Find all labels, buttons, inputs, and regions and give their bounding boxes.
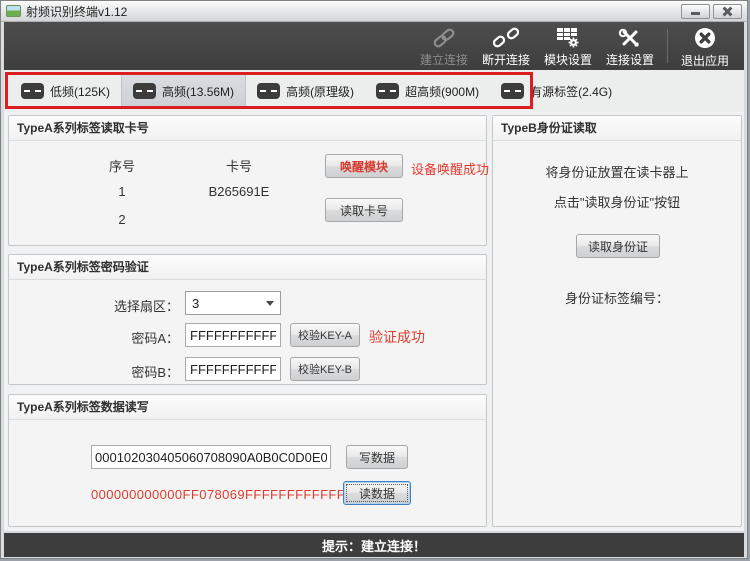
minimize-button[interactable]	[681, 4, 710, 19]
toolbar-disconnect[interactable]: 断开连接	[475, 24, 537, 68]
typea-verify-title: TypeA系列标签密码验证	[9, 255, 486, 280]
typea-data-title: TypeA系列标签数据读写	[9, 395, 486, 420]
verify-key-a-button[interactable]: 校验KEY-A	[290, 323, 360, 347]
typea-verify-group: TypeA系列标签密码验证 选择扇区： 3 密码A： 校验KEY-A 验证成功 …	[8, 254, 487, 385]
rfid-tag-icon	[21, 83, 44, 99]
toolbar-connect[interactable]: 建立连接	[413, 24, 475, 68]
tab-label: 超高频(900M)	[405, 83, 479, 100]
rfid-tag-icon	[501, 83, 524, 99]
verify-key-b-button[interactable]: 校验KEY-B	[290, 357, 360, 381]
minimize-icon	[691, 12, 700, 15]
main-content: TypeA系列标签读取卡号 序号 卡号 1 B265691E 2 唤醒模块 设备…	[4, 112, 744, 531]
column-header-card: 卡号	[199, 156, 279, 175]
table-row-serial: 2	[97, 212, 147, 227]
toolbar-module-settings[interactable]: 模块设置	[537, 24, 599, 68]
tab-label: 高频(13.56M)	[162, 83, 234, 100]
close-icon	[723, 7, 732, 16]
write-data-button[interactable]: 写数据	[346, 445, 408, 469]
sector-selected-value: 3	[192, 296, 199, 311]
chevron-down-icon	[266, 301, 274, 306]
table-row-card: B265691E	[184, 184, 294, 199]
write-data-input[interactable]	[91, 445, 331, 469]
column-header-serial: 序号	[97, 156, 147, 175]
broken-chain-link-icon	[493, 27, 519, 52]
status-bar: 提示：建立连接！	[4, 533, 744, 557]
tab-active-tag-24g[interactable]: 有源标签(2.4G)	[490, 73, 623, 109]
read-data-value: 000000000000FF078069FFFFFFFFFFFF	[91, 487, 345, 502]
window-title: 射频识别终端v1.12	[26, 3, 127, 20]
read-data-button[interactable]: 读数据	[343, 481, 411, 505]
wake-status-text: 设备唤醒成功	[411, 159, 489, 178]
status-text: 提示：建立连接！	[322, 536, 426, 555]
tab-label: 有源标签(2.4G)	[530, 83, 612, 100]
toolbar-connection-settings-label: 连接设置	[606, 54, 654, 66]
toolbar: 建立连接 断开连接 模块设置 连接设置 退出应用	[4, 22, 744, 70]
rfid-tag-icon	[376, 83, 399, 99]
table-row-serial: 1	[97, 184, 147, 199]
rfid-tag-icon	[257, 83, 280, 99]
toolbar-exit-label: 退出应用	[681, 55, 729, 67]
tab-low-freq-125k[interactable]: 低频(125K)	[10, 73, 121, 109]
toolbar-module-settings-label: 模块设置	[544, 54, 592, 66]
typea-data-group: TypeA系列标签数据读写 写数据 000000000000FF078069FF…	[8, 394, 487, 527]
tab-label: 高频(原理级)	[286, 83, 354, 100]
tab-uhf-900m[interactable]: 超高频(900M)	[365, 73, 490, 109]
wake-module-button[interactable]: 唤醒模块	[325, 154, 403, 178]
toolbar-exit[interactable]: 退出应用	[674, 24, 736, 68]
id-tag-number-label: 身份证标签编号：	[493, 288, 741, 307]
key-b-input[interactable]	[185, 357, 281, 381]
tab-high-freq-principle[interactable]: 高频(原理级)	[246, 73, 365, 109]
typeb-group: TypeB身份证读取 将身份证放置在读卡器上 点击"读取身份证"按钮 读取身份证…	[492, 115, 742, 527]
key-b-label: 密码B：	[94, 362, 179, 381]
tab-high-freq-1356m[interactable]: 高频(13.56M)	[121, 73, 246, 109]
titlebar: 射频识别终端v1.12	[1, 1, 747, 22]
toolbar-separator	[667, 29, 668, 63]
toolbar-connect-label: 建立连接	[420, 54, 468, 66]
chain-link-icon	[431, 27, 457, 52]
grid-gear-icon	[556, 27, 580, 52]
frequency-tabstrip: 低频(125K) 高频(13.56M) 高频(原理级) 超高频(900M) 有源…	[4, 70, 744, 112]
circle-x-icon	[693, 26, 717, 53]
typeb-title: TypeB身份证读取	[493, 116, 741, 141]
rfid-tag-icon	[133, 83, 156, 99]
read-id-card-button[interactable]: 读取身份证	[576, 234, 660, 258]
toolbar-disconnect-label: 断开连接	[482, 54, 530, 66]
sector-label: 选择扇区：	[94, 296, 179, 315]
close-button[interactable]	[713, 4, 742, 19]
toolbar-connection-settings[interactable]: 连接设置	[599, 24, 661, 68]
read-card-button[interactable]: 读取卡号	[325, 198, 403, 222]
typea-read-title: TypeA系列标签读取卡号	[9, 116, 486, 141]
wrench-screwdriver-icon	[618, 27, 642, 52]
typeb-instruction-line1: 将身份证放置在读卡器上	[493, 162, 741, 181]
app-icon	[6, 5, 21, 17]
verify-status-text: 验证成功	[369, 327, 425, 347]
typea-read-group: TypeA系列标签读取卡号 序号 卡号 1 B265691E 2 唤醒模块 设备…	[8, 115, 487, 246]
sector-select[interactable]: 3	[185, 291, 281, 315]
tab-label: 低频(125K)	[50, 83, 110, 100]
key-a-label: 密码A：	[94, 328, 179, 347]
key-a-input[interactable]	[185, 323, 281, 347]
typeb-instruction-line2: 点击"读取身份证"按钮	[493, 192, 741, 211]
app-window: 射频识别终端v1.12 建立连接 断开连接 模块设置	[0, 0, 748, 559]
